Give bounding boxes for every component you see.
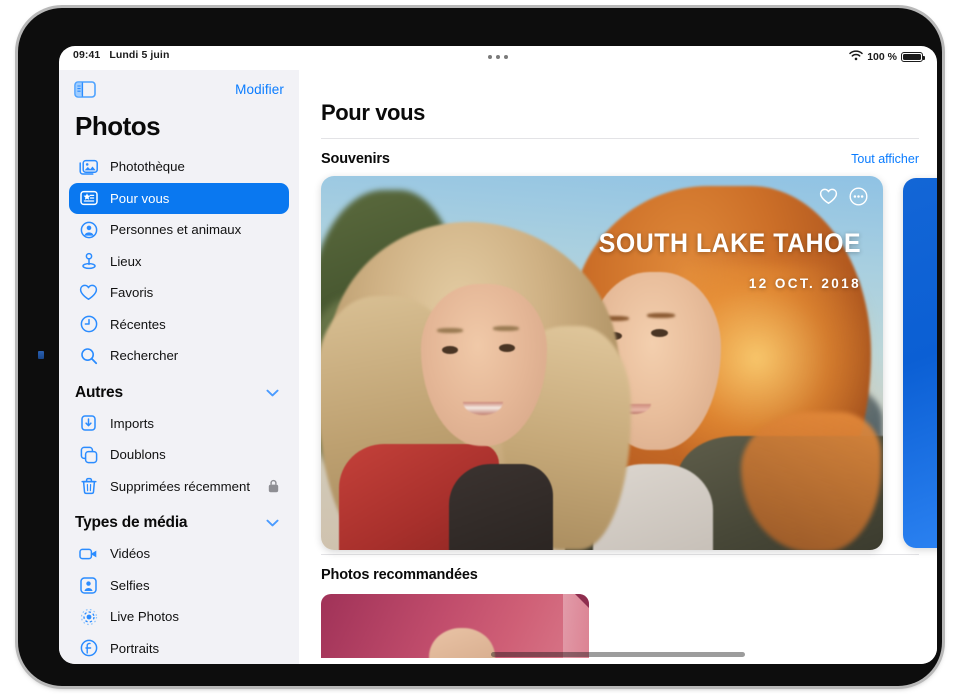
sidebar-item-label: Live Photos xyxy=(110,609,179,625)
status-bar-right: 100 % xyxy=(849,50,926,64)
sidebar-item-places[interactable]: Lieux xyxy=(69,246,289,278)
search-icon xyxy=(79,346,98,365)
sidebar-item-label: Vidéos xyxy=(110,546,151,562)
sidebar-section-media-types[interactable]: Types de média xyxy=(69,502,289,538)
memories-section-header: Souvenirs Tout afficher xyxy=(321,139,919,176)
status-time: 09:41 xyxy=(73,49,101,61)
trash-icon xyxy=(79,477,98,496)
edit-button[interactable]: Modifier xyxy=(235,82,284,97)
sidebar-item-label: Portraits xyxy=(110,640,160,656)
battery-percent: 100 % xyxy=(867,51,897,63)
sidebar-item-label: Rechercher xyxy=(110,348,179,364)
video-camera-icon xyxy=(79,544,98,563)
page-title: Pour vous xyxy=(321,100,425,125)
sidebar-toggle-icon[interactable] xyxy=(74,80,96,98)
section-label: Types de média xyxy=(75,514,188,531)
lock-icon xyxy=(268,479,279,493)
sidebar-item-label: Récentes xyxy=(110,316,166,332)
sidebar: Modifier Photos Photothèque Pour vous Pe… xyxy=(59,70,299,664)
memory-date: 12 OCT. 2018 xyxy=(748,276,861,291)
wifi-icon xyxy=(849,50,863,64)
import-tray-icon xyxy=(79,414,98,433)
sidebar-item-videos[interactable]: Vidéos xyxy=(69,538,289,570)
places-pin-icon xyxy=(79,252,98,271)
sidebar-item-label: Favoris xyxy=(110,285,154,301)
multitasking-dots-icon[interactable] xyxy=(488,55,508,59)
chevron-down-icon[interactable] xyxy=(266,389,279,397)
sidebar-item-label: Selfies xyxy=(110,577,150,593)
sidebar-item-recents[interactable]: Récentes xyxy=(69,309,289,341)
portrait-f-icon xyxy=(79,639,98,658)
sidebar-item-label: Pour vous xyxy=(110,190,170,206)
sidebar-item-label: Lieux xyxy=(110,253,142,269)
sidebar-item-label: Doublons xyxy=(110,447,166,463)
ipad-device-frame: 09:41 Lundi 5 juin 100 % Modifier Photos… xyxy=(18,8,942,686)
sidebar-item-label: Supprimées récemment xyxy=(110,478,250,494)
sidebar-item-label: Photothèque xyxy=(110,159,185,175)
sidebar-item-favorites[interactable]: Favoris xyxy=(69,277,289,309)
memory-title: SOUTH LAKE TAHOE xyxy=(598,228,861,258)
duplicates-icon xyxy=(79,445,98,464)
status-date: Lundi 5 juin xyxy=(109,49,170,61)
memory-card[interactable]: SOUTH LAKE TAHOE 12 OCT. 2018 xyxy=(321,176,883,550)
sidebar-item-label: Personnes et animaux xyxy=(110,222,242,238)
sidebar-item-people-pets[interactable]: Personnes et animaux xyxy=(69,214,289,246)
sidebar-item-foryou[interactable]: Pour vous xyxy=(69,182,289,214)
sidebar-item-recently-deleted[interactable]: Supprimées récemment xyxy=(69,471,289,503)
sidebar-toolbar: Modifier xyxy=(69,70,289,108)
section-label: Autres xyxy=(75,383,123,401)
heart-icon xyxy=(79,283,98,302)
ipad-screen: 09:41 Lundi 5 juin 100 % Modifier Photos… xyxy=(59,46,937,664)
see-all-link[interactable]: Tout afficher xyxy=(851,152,919,166)
recommended-section-header: Photos recommandées xyxy=(321,555,919,592)
selfie-icon xyxy=(79,576,98,595)
status-bar: 09:41 Lundi 5 juin 100 % xyxy=(59,46,937,70)
recommended-photo-card[interactable] xyxy=(321,594,589,658)
recommended-photos-row[interactable] xyxy=(321,594,919,658)
sidebar-item-photolibrary[interactable]: Photothèque xyxy=(69,151,289,183)
photo-library-icon xyxy=(79,157,98,176)
sidebar-item-selfies[interactable]: Selfies xyxy=(69,570,289,602)
sidebar-item-live-photos[interactable]: Live Photos xyxy=(69,601,289,633)
memories-title: Souvenirs xyxy=(321,151,390,167)
app-body: Modifier Photos Photothèque Pour vous Pe… xyxy=(59,70,937,664)
sidebar-item-portraits[interactable]: Portraits xyxy=(69,633,289,665)
people-pets-icon xyxy=(79,220,98,239)
sidebar-section-others[interactable]: Autres xyxy=(69,372,289,408)
clock-icon xyxy=(79,315,98,334)
sidebar-title: Photos xyxy=(75,111,161,141)
sidebar-item-search[interactable]: Rechercher xyxy=(69,340,289,372)
sidebar-item-duplicates[interactable]: Doublons xyxy=(69,439,289,471)
home-indicator[interactable] xyxy=(491,652,745,657)
live-photo-icon xyxy=(79,607,98,626)
memory-card-next[interactable] xyxy=(903,178,937,548)
recommended-title: Photos recommandées xyxy=(321,567,478,583)
for-you-icon xyxy=(79,189,98,208)
heart-outline-icon[interactable] xyxy=(818,186,839,207)
memories-carousel[interactable]: SOUTH LAKE TAHOE 12 OCT. 2018 xyxy=(321,176,937,550)
chevron-down-icon[interactable] xyxy=(266,519,279,527)
battery-icon xyxy=(901,51,926,63)
memory-card-actions xyxy=(818,186,869,207)
main-inner: Pour vous Souvenirs Tout afficher SOUTH … xyxy=(299,70,937,658)
main-content: Pour vous Souvenirs Tout afficher SOUTH … xyxy=(299,70,937,664)
status-bar-left: 09:41 Lundi 5 juin xyxy=(73,49,169,61)
ellipsis-circle-icon[interactable] xyxy=(848,186,869,207)
bezel-artifact xyxy=(38,351,44,359)
sidebar-item-label: Imports xyxy=(110,415,154,431)
sidebar-item-imports[interactable]: Imports xyxy=(69,408,289,440)
